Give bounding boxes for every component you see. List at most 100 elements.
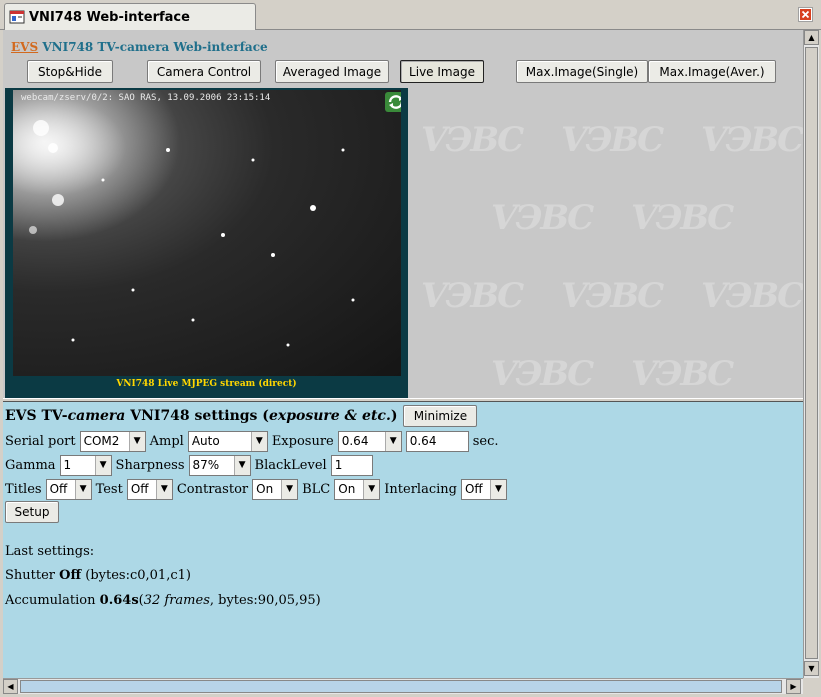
watermark-logo: VЭВС [631,354,734,394]
shutter-value: Off [59,567,82,583]
vertical-scrollbar[interactable]: ▲ ▼ [803,30,819,678]
titles-select[interactable]: Off ▼ [45,478,92,500]
interlacing-select[interactable]: Off ▼ [460,478,507,500]
watermark-logo: VЭВС [701,120,803,160]
exposure-unit: sec. [472,433,499,449]
blc-value: On [338,482,356,496]
settings-title-part: exposure & etc. [268,408,391,424]
test-label: Test [95,481,123,497]
scroll-right-button[interactable]: ▶ [786,679,801,694]
browser-window: VNI748 Web-interface VЭВС VЭВС VЭВС VЭВС… [0,0,821,697]
settings-header-row: EVS TV-camera VNI748 settings (exposure … [5,405,478,427]
horizontal-scroll-thumb[interactable] [20,680,782,693]
camera-noise [13,90,401,376]
chevron-down-icon: ▼ [250,431,267,451]
blc-select[interactable]: On ▼ [334,478,381,500]
accumulation-label: Accumulation [5,592,100,608]
settings-title-part: camera [67,408,126,424]
interlacing-label: Interlacing [384,481,457,497]
scroll-down-button[interactable]: ▼ [804,661,819,676]
scroll-up-button[interactable]: ▲ [804,30,819,45]
shutter-line: Shutter Off (bytes:c0,01,c1) [5,564,191,586]
refresh-button[interactable] [385,92,401,112]
arrow-left-icon: ◀ [7,682,14,691]
watermark-logo: VЭВС [421,120,524,160]
sharpness-select[interactable]: 87% ▼ [188,454,251,476]
max-image-single-button[interactable]: Max.Image(Single) [516,60,648,83]
titles-label: Titles [5,481,42,497]
serial-port-label: Serial port [5,433,76,449]
exposure-select[interactable]: 0.64 ▼ [337,430,402,452]
page-content: VЭВС VЭВС VЭВС VЭВС VЭВС VЭВС VЭВС VЭВС … [3,30,803,678]
gamma-value: 1 [63,458,72,472]
browser-window-icon [9,10,25,24]
ampl-label: Ampl [149,433,184,449]
watermark-logo: VЭВС [701,276,803,316]
chevron-down-icon: ▼ [281,479,298,499]
settings-frame: EVS TV-camera VNI748 settings (exposure … [3,402,803,678]
blacklevel-input[interactable]: 1 [330,454,373,476]
gamma-select[interactable]: 1 ▼ [59,454,112,476]
settings-row-2: Gamma 1 ▼ Sharpness 87% ▼ BlackLevel 1 [5,454,377,476]
settings-title-part: ) [390,408,398,424]
accumulation-frames: 32 frames [143,592,210,608]
watermark-logo: VЭВС [631,198,734,238]
accumulation-value: 0.64s [99,592,139,608]
contrastor-select[interactable]: On ▼ [252,478,299,500]
test-select[interactable]: Off ▼ [126,478,173,500]
stream-caption: VNI748 Live MJPEG stream (direct) [116,379,297,389]
close-icon [800,9,811,20]
arrow-down-icon: ▼ [808,664,815,673]
camera-stream-panel: webcam/zserv/0/2: SAO RAS, 13.09.2006 23… [5,88,408,398]
scroll-left-button[interactable]: ◀ [3,679,18,694]
gamma-label: Gamma [5,457,56,473]
interlacing-value: Off [464,482,483,496]
shutter-label: Shutter [5,567,60,583]
camera-frame: VЭВС VЭВС VЭВС VЭВС VЭВС VЭВС VЭВС VЭВС … [3,30,803,398]
contrastor-value: On [256,482,274,496]
serial-port-value: COM2 [83,434,120,448]
exposure-select-value: 0.64 [341,434,369,448]
page-title: VNI748 TV-camera Web-interface [42,40,268,54]
averaged-image-button[interactable]: Averaged Image [275,60,389,83]
arrow-right-icon: ▶ [790,682,797,691]
chevron-down-icon: ▼ [94,455,111,475]
settings-row-1: Serial port COM2 ▼ Ampl Auto ▼ Exposure 0.… [5,430,503,452]
watermark-logo: VЭВС [491,198,594,238]
refresh-icon [388,95,401,109]
live-image-button[interactable]: Live Image [400,60,484,83]
exposure-label: Exposure [271,433,334,449]
sharpness-value: 87% [192,458,220,472]
tab-vni748[interactable]: VNI748 Web-interface [4,3,256,30]
watermark-logo: VЭВС [421,276,524,316]
minimize-button[interactable]: Minimize [403,405,478,427]
contrastor-label: Contrastor [176,481,249,497]
ampl-select[interactable]: Auto ▼ [187,430,268,452]
horizontal-scrollbar[interactable]: ◀ ▶ [3,678,803,694]
ampl-value: Auto [191,434,220,448]
serial-port-select[interactable]: COM2 ▼ [79,430,146,452]
test-value: Off [130,482,149,496]
page-header: EVS VNI748 TV-camera Web-interface [11,40,268,54]
accumulation-bytes: , bytes:90,05,95) [209,592,321,608]
chevron-down-icon: ▼ [128,431,145,451]
blc-label: BLC [302,481,331,497]
settings-title-part: EVS TV- [5,408,68,424]
settings-title: EVS TV-camera VNI748 settings (exposure … [5,408,397,424]
camera-live-image: webcam/zserv/0/2: SAO RAS, 13.09.2006 23… [13,90,401,376]
close-button[interactable] [798,7,813,22]
exposure-input[interactable]: 0.64 [405,430,469,452]
vertical-scroll-thumb[interactable] [805,47,818,659]
evs-link[interactable]: EVS [11,40,38,54]
setup-button[interactable]: Setup [5,501,59,523]
chevron-down-icon: ▼ [233,455,250,475]
camera-control-button[interactable]: Camera Control [147,60,261,83]
stop-hide-button[interactable]: Stop&Hide [27,60,113,83]
tab-bar: VNI748 Web-interface [0,0,821,30]
settings-row-3: Titles Off ▼ Test Off ▼ Contrastor On ▼ BLC… [5,478,511,500]
titles-value: Off [49,482,68,496]
max-image-aver-button[interactable]: Max.Image(Aver.) [648,60,776,83]
settings-row-4: Setup [5,501,59,523]
last-settings-heading: Last settings: [5,540,94,562]
settings-title-part: VNI748 settings ( [125,408,269,424]
